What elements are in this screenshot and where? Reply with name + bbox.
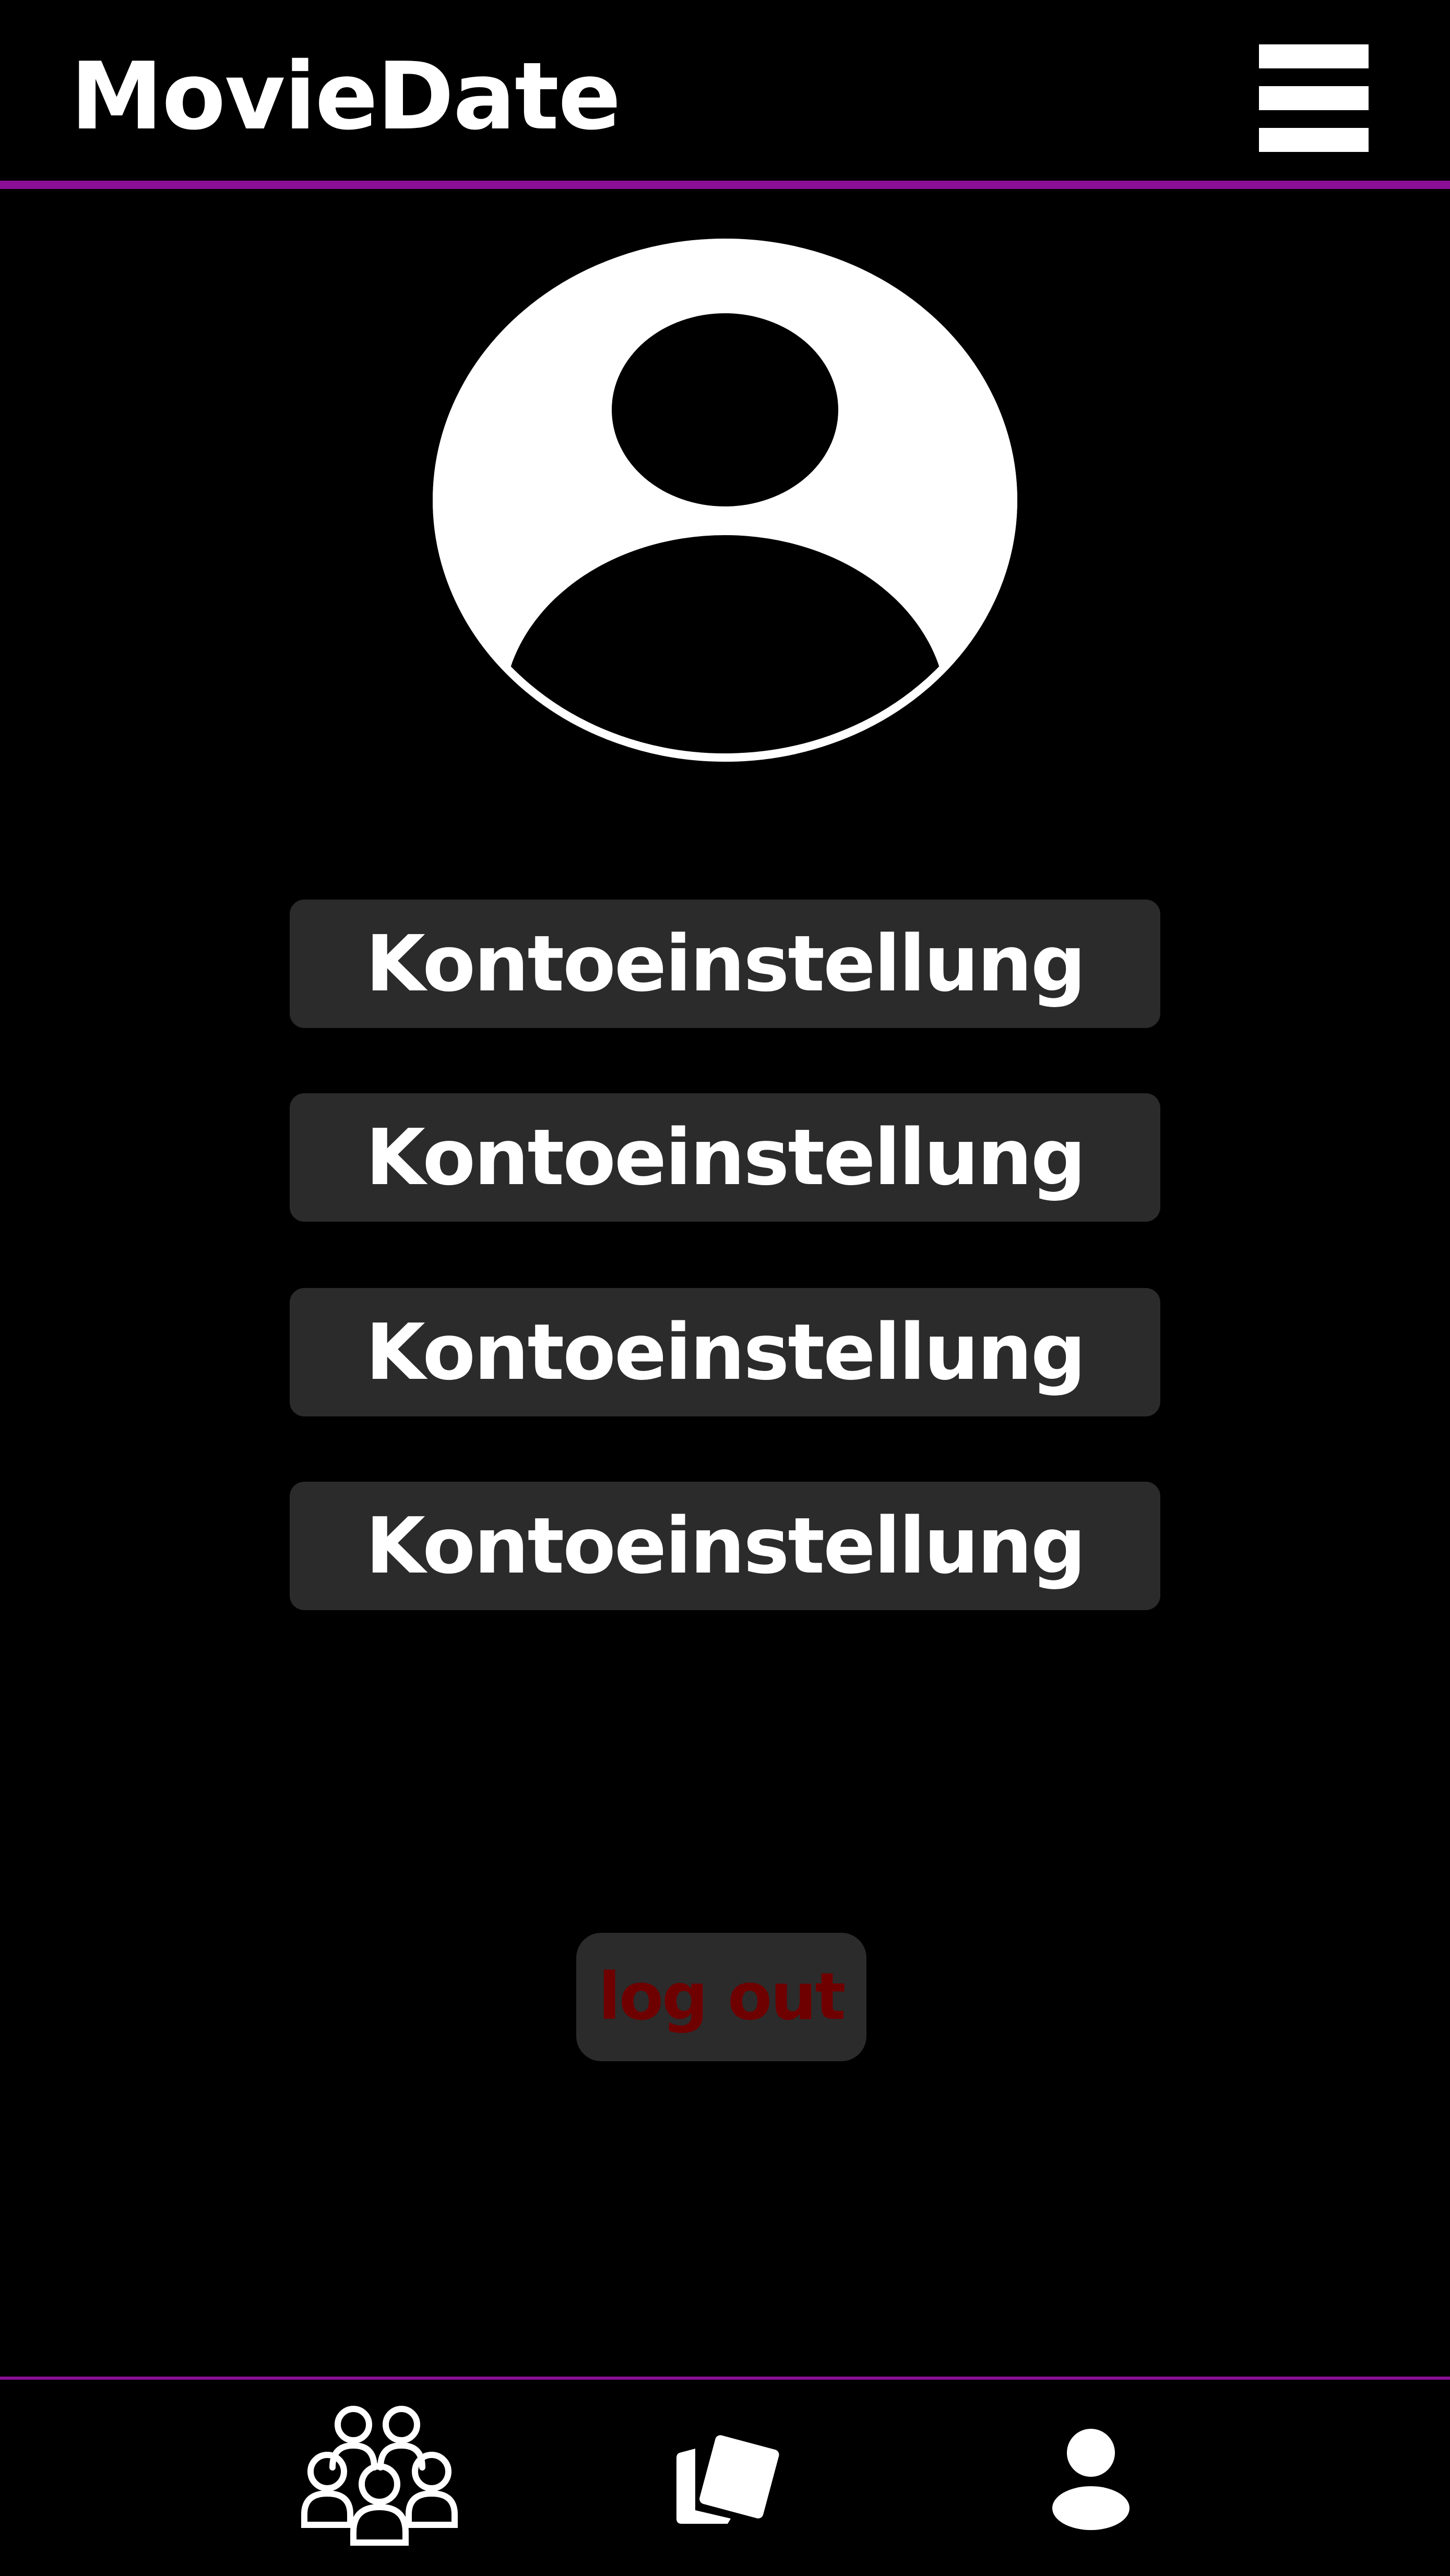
nav-item-cards[interactable]	[647, 2380, 804, 2576]
profile-icon	[1052, 2429, 1130, 2530]
app-header: MovieDate	[0, 0, 1450, 181]
header-divider	[0, 181, 1450, 189]
user-avatar-icon	[433, 239, 1017, 762]
bottom-nav	[0, 2380, 1450, 2576]
nav-item-groups[interactable]	[292, 2380, 475, 2576]
menu-button[interactable]	[1259, 44, 1369, 152]
account-settings-button-4[interactable]: Kontoeinstellung	[290, 1482, 1160, 1610]
group-icon	[301, 2406, 458, 2546]
account-settings-button-3[interactable]: Kontoeinstellung	[290, 1288, 1160, 1416]
account-settings-button-1[interactable]: Kontoeinstellung	[290, 900, 1160, 1028]
account-settings-button-2[interactable]: Kontoeinstellung	[290, 1093, 1160, 1222]
profile-avatar[interactable]	[429, 235, 1021, 765]
nav-item-profile[interactable]	[1023, 2380, 1159, 2576]
cards-icon	[676, 2435, 779, 2524]
logout-button[interactable]: log out	[576, 1933, 866, 2061]
app-title: MovieDate	[70, 42, 621, 150]
